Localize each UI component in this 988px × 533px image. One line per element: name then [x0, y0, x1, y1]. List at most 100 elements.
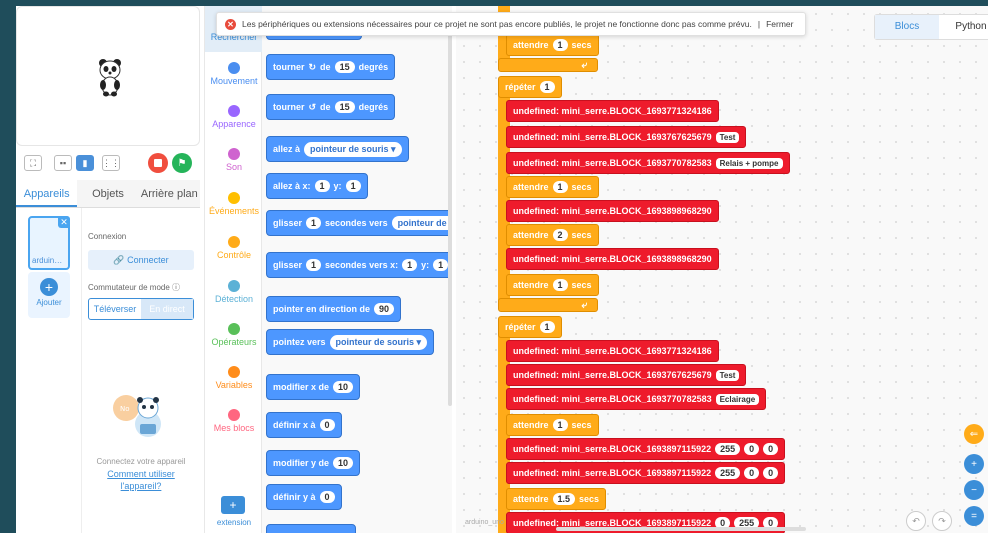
wait-block[interactable]: attendre 1.5 secs	[506, 488, 607, 510]
wait-block[interactable]: attendre 2 secs	[506, 224, 599, 246]
green-flag-button[interactable]: ⚑	[172, 153, 192, 173]
custom-block[interactable]: undefined: mini_serre.BLOCK_169389711592…	[506, 438, 786, 460]
category-control[interactable]: Contrôle	[205, 236, 263, 260]
undo-icon[interactable]: ↶	[906, 511, 926, 531]
set-y-value[interactable]: 0	[319, 491, 335, 503]
zoom-in-icon[interactable]: +	[964, 454, 984, 474]
workspace-scrollbar[interactable]	[556, 527, 806, 531]
wait-block[interactable]: attendre 1 secs	[506, 34, 599, 56]
palette-block-set-y[interactable]: définir y à0	[266, 484, 342, 510]
change-y-value[interactable]: 10	[333, 457, 354, 469]
glide-to-target-dropdown[interactable]: pointeur de sou	[391, 216, 452, 230]
category-sound[interactable]: Son	[205, 148, 263, 172]
glide-to-secs[interactable]: 1	[306, 217, 322, 229]
wait-block[interactable]: attendre 1 secs	[506, 176, 599, 198]
custom-block[interactable]: undefined: mini_serre.BLOCK_169377132418…	[506, 340, 719, 362]
category-motion[interactable]: Mouvement	[205, 62, 263, 86]
palette-block-turn-right[interactable]: tourner ↻ de 15 degrés	[266, 54, 396, 80]
custom-block-num[interactable]: 0	[744, 443, 760, 455]
tab-devices[interactable]: Appareils	[16, 180, 78, 207]
wait-block[interactable]: attendre 1 secs	[506, 414, 599, 436]
zoom-out-icon[interactable]: −	[964, 480, 984, 500]
repeat-value[interactable]: 1	[539, 321, 555, 333]
stop-button[interactable]	[148, 153, 168, 173]
fullscreen-icon[interactable]: ⛶	[24, 155, 42, 171]
tab-sprites[interactable]: Objets	[77, 180, 138, 207]
custom-block[interactable]: undefined: mini_serre.BLOCK_169376762567…	[506, 364, 747, 386]
glide-x-value[interactable]: 1	[402, 259, 418, 271]
wait-value[interactable]: 1	[552, 419, 568, 431]
custom-block[interactable]: undefined: mini_serre.BLOCK_169389896829…	[506, 248, 719, 270]
custom-block[interactable]: undefined: mini_serre.BLOCK_169377132418…	[506, 100, 719, 122]
tab-backdrops[interactable]: Arrière plan	[139, 180, 200, 207]
repeat-block[interactable]: répéter 1	[498, 76, 562, 98]
palette-block-turn-left[interactable]: tourner ↺ de 15 degrés	[266, 94, 396, 120]
palette-block-goto-xy[interactable]: allez à x: 1 y: 1	[266, 173, 368, 199]
repeat-block[interactable]: répéter 1	[498, 316, 562, 338]
mode-upload[interactable]: Téléverser	[89, 299, 141, 319]
stage[interactable]	[16, 6, 200, 146]
turn-left-value[interactable]: 15	[334, 101, 355, 113]
extension-label[interactable]: extension	[205, 518, 263, 527]
extension-icon[interactable]: +	[221, 496, 245, 514]
wait-value[interactable]: 1.5	[552, 493, 576, 505]
small-stage-icon[interactable]: ▪▪	[54, 155, 72, 171]
category-sensing[interactable]: Détection	[205, 280, 263, 304]
panda-sprite[interactable]	[95, 57, 125, 97]
custom-block-num[interactable]: 255	[715, 443, 741, 455]
custom-block[interactable]: undefined: mini_serre.BLOCK_169377078258…	[506, 152, 790, 174]
mode-toggle[interactable]: Téléverser En direct	[88, 298, 194, 320]
custom-block[interactable]: undefined: mini_serre.BLOCK_169376762567…	[506, 126, 747, 148]
custom-block[interactable]: undefined: mini_serre.BLOCK_169389711592…	[506, 462, 786, 484]
add-device-button[interactable]: + Ajouter	[28, 272, 70, 318]
custom-block-arg[interactable]: Eclairage	[715, 393, 760, 405]
wait-value[interactable]: 1	[552, 279, 568, 291]
palette-block-point-towards[interactable]: pointez vers pointeur de souris ▾	[266, 329, 435, 355]
wait-value[interactable]: 1	[552, 181, 568, 193]
custom-block[interactable]: undefined: mini_serre.BLOCK_169377078258…	[506, 388, 767, 410]
custom-block-num[interactable]: 0	[763, 467, 779, 479]
reset-zoom-icon[interactable]: =	[964, 506, 984, 526]
palette-block-partial[interactable]	[266, 524, 356, 533]
goto-x-value[interactable]: 1	[314, 180, 330, 192]
set-x-value[interactable]: 0	[319, 419, 335, 431]
banner-close-link[interactable]: Fermer	[766, 19, 793, 29]
device-card[interactable]: ✕ arduino_...	[28, 216, 70, 270]
tab-blocks[interactable]: Blocs	[875, 15, 939, 39]
close-icon[interactable]: ✕	[58, 216, 70, 228]
device-help-link[interactable]: Comment utiliser l'appareil?	[88, 468, 194, 492]
category-my-blocks[interactable]: Mes blocs	[205, 409, 263, 433]
palette-block-point-direction[interactable]: pointer en direction de 90	[266, 296, 402, 322]
change-x-value[interactable]: 10	[333, 381, 354, 393]
glide-y-value[interactable]: 1	[433, 259, 449, 271]
palette-block-set-x[interactable]: définir x à0	[266, 412, 342, 438]
repeat-value[interactable]: 1	[539, 81, 555, 93]
category-operators[interactable]: Opérateurs	[205, 323, 263, 347]
point-dir-value[interactable]: 90	[374, 303, 395, 315]
custom-block-num[interactable]: 0	[763, 443, 779, 455]
wait-value[interactable]: 1	[552, 39, 568, 51]
category-looks[interactable]: Apparence	[205, 105, 263, 129]
palette-scrollbar[interactable]	[448, 26, 452, 406]
connect-button[interactable]: 🔗 Connecter	[88, 250, 194, 270]
large-stage-icon[interactable]: ▮	[76, 155, 94, 171]
point-to-target-dropdown[interactable]: pointeur de souris ▾	[329, 334, 428, 350]
category-events[interactable]: Événements	[205, 192, 263, 216]
collapse-icon[interactable]: ⇐	[964, 424, 984, 444]
palette-block-change-y[interactable]: modifier y de 10	[266, 450, 361, 476]
wait-block[interactable]: attendre 1 secs	[506, 274, 599, 296]
goto-target-dropdown[interactable]: pointeur de souris ▾	[304, 141, 402, 157]
category-variables[interactable]: Variables	[205, 366, 263, 390]
palette-block-change-x[interactable]: modifier x de 10	[266, 374, 361, 400]
palette-block-glide-to[interactable]: glisser1secondes verspointeur de sou	[266, 210, 452, 236]
tab-python[interactable]: Python	[939, 15, 988, 39]
palette-block-goto[interactable]: allez à pointeur de souris ▾	[266, 136, 409, 162]
redo-icon[interactable]: ↷	[932, 511, 952, 531]
grid-icon[interactable]: ⋮⋮	[102, 155, 120, 171]
custom-block-num[interactable]: 0	[744, 467, 760, 479]
palette-block-glide-xy[interactable]: glisser 1 secondes vers x: 1 y: 1	[266, 252, 452, 278]
goto-y-value[interactable]: 1	[345, 180, 361, 192]
wait-value[interactable]: 2	[552, 229, 568, 241]
custom-block-arg[interactable]: Relais + pompe	[715, 157, 783, 169]
custom-block-arg[interactable]: Test	[715, 131, 740, 143]
